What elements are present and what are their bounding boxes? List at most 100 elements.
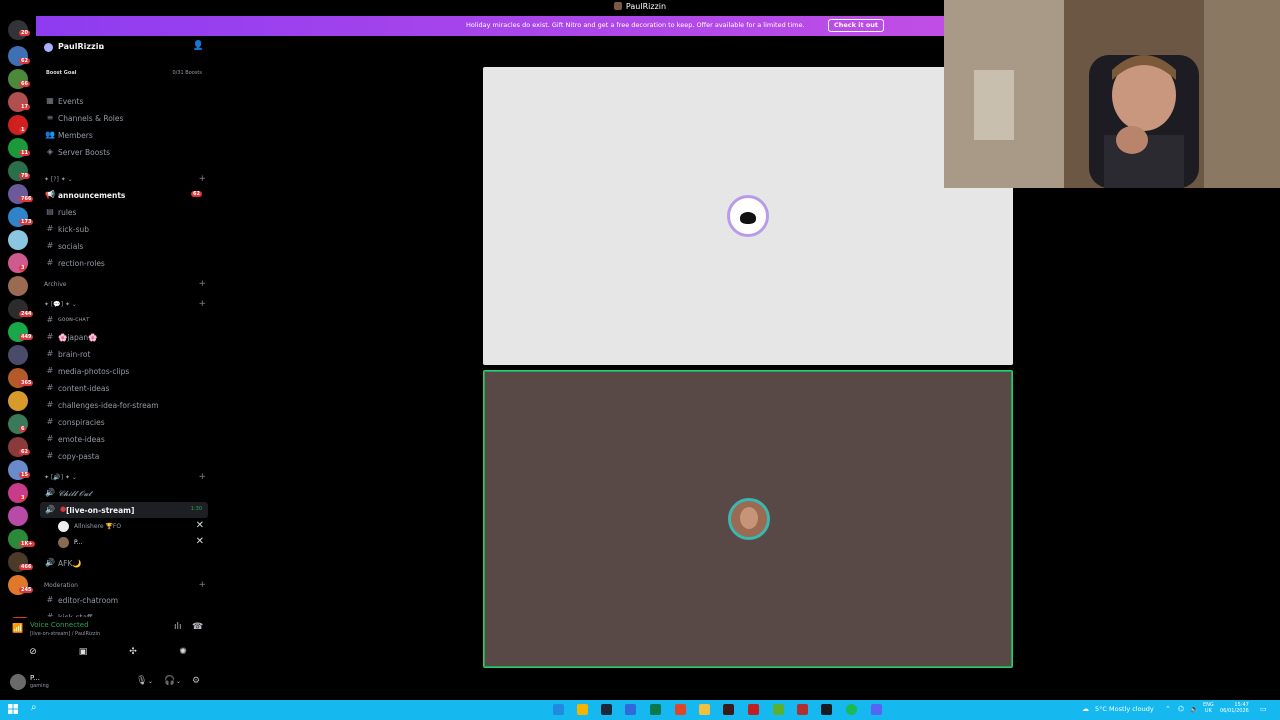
headphones-icon[interactable]: 🎧 xyxy=(164,676,175,686)
noise-suppression-icon[interactable]: ılı xyxy=(174,622,182,632)
chevron-down-icon[interactable]: ⌄ xyxy=(176,678,181,685)
weather-text[interactable]: 5°C Mostly cloudy xyxy=(1095,705,1154,713)
channel-label: ɢᴏᴏɴ-ᴄʜᴀᴛ xyxy=(58,316,90,323)
chevron-up-icon[interactable]: ⌃ xyxy=(1165,705,1171,713)
live-dot-icon: ● xyxy=(59,505,67,513)
channel-goon-chat[interactable]: # ɢᴏᴏɴ-ᴄʜᴀᴛ xyxy=(40,312,208,328)
channel-rules[interactable]: ▤ rules xyxy=(40,204,208,220)
soundboard-button[interactable]: ✺ xyxy=(160,644,206,660)
webcam-image xyxy=(944,0,1280,188)
edge-icon[interactable] xyxy=(553,704,564,715)
channel-chill-out[interactable]: 🔊 𝓒𝓱𝓲𝓵𝓵 𝓞𝓾𝓽 xyxy=(40,485,208,501)
category-chat[interactable]: ✦ [💬] ✦ ⌄ xyxy=(44,301,77,308)
chrome-icon[interactable] xyxy=(675,704,686,715)
category-archive[interactable]: Archive xyxy=(44,281,66,288)
channel-copy-pasta[interactable]: # copy-pasta xyxy=(40,448,208,464)
screen-share-button[interactable]: ▣ xyxy=(60,644,106,660)
app-icon[interactable] xyxy=(577,704,588,715)
search-icon[interactable]: ⌕ xyxy=(31,702,37,713)
add-member-icon[interactable]: 👤 xyxy=(193,41,204,51)
add-channel-icon[interactable]: + xyxy=(198,299,206,309)
app-icon[interactable] xyxy=(748,704,759,715)
volume-icon[interactable]: 🔈 xyxy=(1190,705,1199,713)
channel-kick-sub[interactable]: # kick-sub xyxy=(40,221,208,237)
signal-icon[interactable]: 📶 xyxy=(12,624,23,634)
language-indicator[interactable]: ENG UK xyxy=(1203,702,1214,714)
channel-live-on-stream[interactable]: 🔊 [live-on-stream] ● 1:30 xyxy=(40,502,208,518)
steam-icon[interactable] xyxy=(601,704,612,715)
hash-icon: # xyxy=(46,595,54,604)
app-icon[interactable] xyxy=(723,704,734,715)
channel-afk[interactable]: 🔊 AFK🌙 xyxy=(40,555,208,571)
discord-icon[interactable] xyxy=(871,704,882,715)
close-icon[interactable]: ✕ xyxy=(196,536,204,547)
username[interactable]: P... xyxy=(30,674,40,682)
spotify-icon[interactable] xyxy=(846,704,857,715)
server-icon[interactable] xyxy=(8,276,28,296)
menu-events[interactable]: ▦ Events xyxy=(40,93,208,109)
channel-label: [live-on-stream] xyxy=(66,506,135,515)
file-explorer-icon[interactable] xyxy=(699,704,710,715)
channel-emote-ideas[interactable]: # emote-ideas xyxy=(40,431,208,447)
screen-share-icon: ▣ xyxy=(78,647,88,657)
voice-tile-speaking[interactable] xyxy=(483,370,1013,668)
clock[interactable]: 15:47 06/01/2026 xyxy=(1220,702,1249,714)
menu-members[interactable]: 👥 Members xyxy=(40,127,208,143)
windows-start-icon[interactable] xyxy=(8,704,18,714)
server-icon[interactable] xyxy=(8,230,28,250)
app-icon[interactable] xyxy=(773,704,784,715)
hash-icon: # xyxy=(46,612,54,617)
channel-japan[interactable]: # 🌸japan🌸 xyxy=(40,329,208,345)
menu-server-boosts[interactable]: ◈ Server Boosts xyxy=(40,144,208,160)
add-channel-icon[interactable]: + xyxy=(198,472,206,482)
activities-button[interactable]: ✣ xyxy=(110,644,156,660)
voice-user[interactable]: Allnishere 🏆FO ✕ xyxy=(56,520,206,534)
menu-channels-roles[interactable]: ≡ Channels & Roles xyxy=(40,110,208,126)
channel-editor-chatroom[interactable]: # editor-chatroom xyxy=(40,592,208,608)
channel-brain-rot[interactable]: # brain-rot xyxy=(40,346,208,362)
voice-user[interactable]: P... ✕ xyxy=(56,536,206,550)
category-voice[interactable]: ✦ [🔊] ✦ ⌄ xyxy=(44,474,77,481)
server-icon[interactable] xyxy=(8,345,28,365)
app-icon[interactable] xyxy=(625,704,636,715)
user-panel: P... gaming 🎙 ⌄ 🎧 ⌄ ⚙ xyxy=(4,670,210,696)
channel-challenges[interactable]: # challenges-idea-for-stream xyxy=(40,397,208,413)
server-badge: 1 xyxy=(19,127,27,133)
channel-announcements[interactable]: 📢 announcements 62 xyxy=(40,187,208,203)
camera-button[interactable]: ⊘ xyxy=(10,644,56,660)
boost-goal[interactable]: Boost Goal 0/31 Boosts xyxy=(42,68,206,80)
gear-icon[interactable]: ⚙ xyxy=(192,676,200,686)
add-channel-icon[interactable]: + xyxy=(198,279,206,289)
channel-socials[interactable]: # socials xyxy=(40,238,208,254)
channel-media[interactable]: # media-photos-clips xyxy=(40,363,208,379)
server-list[interactable]: 20 62 66 17 1 11 79 766 173 3 244 449 36… xyxy=(0,16,36,700)
notification-icon[interactable]: ▭ xyxy=(1260,705,1267,713)
channel-content-ideas[interactable]: # content-ideas xyxy=(40,380,208,396)
steam-icon[interactable] xyxy=(821,704,832,715)
check-it-out-button[interactable]: Check it out xyxy=(828,19,885,32)
network-icon[interactable]: ⌬ xyxy=(1178,705,1184,713)
announcement-icon: 📢 xyxy=(45,190,55,199)
add-channel-icon[interactable]: + xyxy=(198,580,206,590)
channel-conspiracies[interactable]: # conspiracies xyxy=(40,414,208,430)
close-icon[interactable]: ✕ xyxy=(196,520,204,531)
channel-label: rection-roles xyxy=(58,259,105,268)
user-status: gaming xyxy=(30,683,49,689)
chevron-down-icon[interactable]: ⌄ xyxy=(148,678,153,685)
category-top[interactable]: ✦ [?] ✦ ⌄ xyxy=(44,176,73,183)
disconnect-icon[interactable]: ☎ xyxy=(192,622,203,632)
microphone-icon[interactable]: 🎙 xyxy=(136,676,147,686)
server-icon[interactable] xyxy=(8,506,28,526)
server-icon[interactable] xyxy=(8,391,28,411)
add-channel-icon[interactable]: + xyxy=(198,174,206,184)
category-moderation[interactable]: Moderation xyxy=(44,582,78,589)
voice-status[interactable]: Voice Connected xyxy=(30,621,89,629)
voice-tile[interactable] xyxy=(483,67,1013,365)
channel-kick-staff[interactable]: # kick-staff xyxy=(40,609,208,617)
avatar[interactable] xyxy=(10,674,26,690)
voice-channel-path[interactable]: [live-on-stream] / PaulRizzin xyxy=(30,631,100,637)
channel-reaction-roles[interactable]: # rection-roles xyxy=(40,255,208,271)
app-icon[interactable] xyxy=(797,704,808,715)
app-icon[interactable] xyxy=(650,704,661,715)
server-header[interactable]: PaulRizzin ⌄ 👤 xyxy=(36,36,212,58)
